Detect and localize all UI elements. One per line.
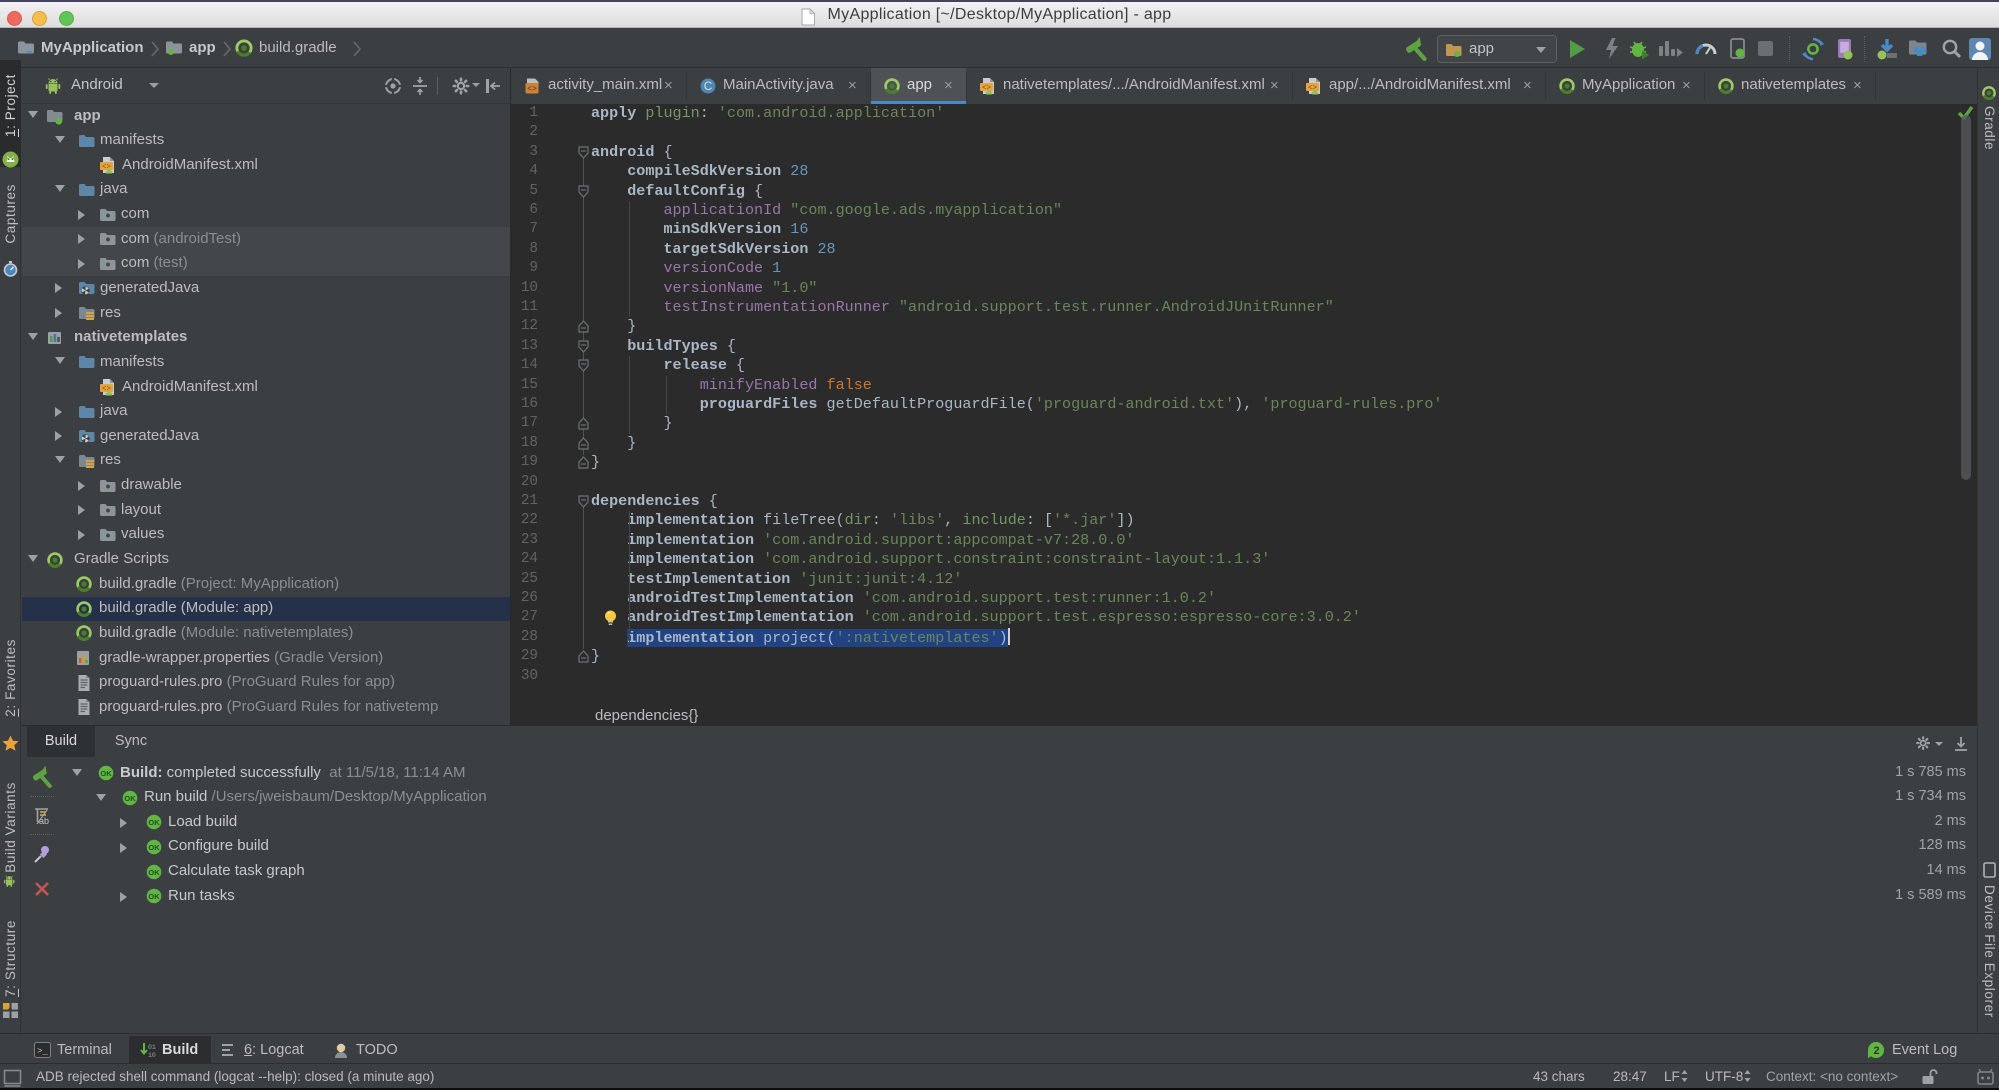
svg-text:2: 2: [1873, 1045, 1879, 1057]
svg-text:>_: >_: [37, 1047, 48, 1057]
svg-text:10: 10: [148, 1052, 156, 1059]
svg-text:01: 01: [148, 1044, 156, 1051]
